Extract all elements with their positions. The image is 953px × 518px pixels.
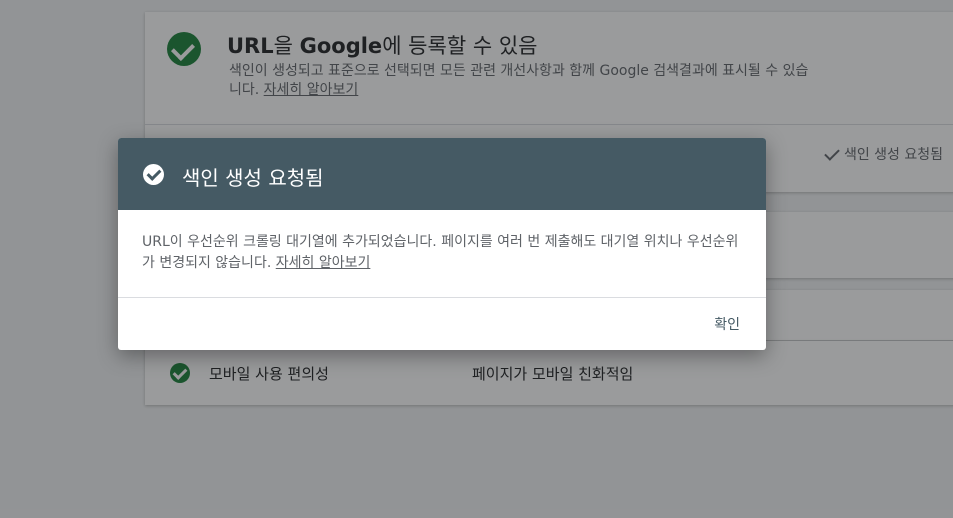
dialog-title: 색인 생성 요청됨: [182, 166, 324, 190]
page: URL을 Google에 등록할 수 있음 색인이 생성되고 표준으로 선택되면…: [0, 0, 953, 518]
dialog-body: URL이 우선순위 크롤링 대기열에 추가되었습니다. 페이지를 여러 번 제출…: [118, 210, 766, 298]
learn-more-link[interactable]: 자세히 알아보기: [276, 255, 371, 271]
check-circle-icon: [143, 164, 164, 185]
indexing-requested-dialog: 색인 생성 요청됨 URL이 우선순위 크롤링 대기열에 추가되었습니다. 페이…: [118, 138, 766, 350]
dialog-footer: 확인: [118, 298, 766, 350]
dialog-header: 색인 생성 요청됨: [118, 138, 766, 210]
ok-button[interactable]: 확인: [704, 310, 750, 338]
